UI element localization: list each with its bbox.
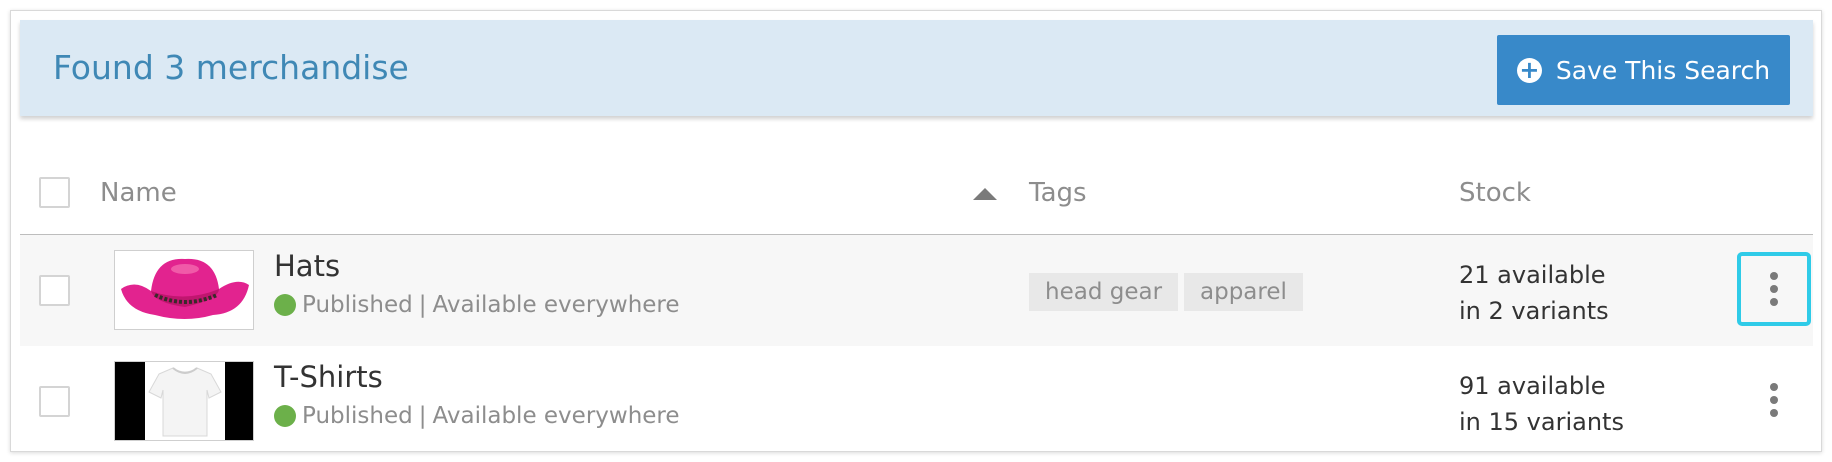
product-thumbnail-tshirt[interactable] bbox=[114, 361, 254, 441]
published-status-icon bbox=[274, 294, 296, 316]
save-search-button[interactable]: + Save This Search bbox=[1497, 35, 1790, 105]
stock-available: 21 available bbox=[1459, 261, 1606, 289]
tag-badge[interactable]: head gear bbox=[1029, 273, 1179, 311]
column-header-stock[interactable]: Stock bbox=[1459, 151, 1531, 235]
status-label: Published bbox=[302, 292, 413, 318]
status-separator: | bbox=[418, 403, 427, 429]
published-status-icon bbox=[274, 405, 296, 427]
more-vertical-icon-dot bbox=[1770, 285, 1778, 293]
pink-cowboy-hat-image bbox=[115, 251, 253, 329]
stock-info: 91 available in 15 variants bbox=[1459, 368, 1624, 440]
product-name[interactable]: T-Shirts bbox=[274, 360, 383, 394]
row-actions-menu-button[interactable] bbox=[1737, 252, 1811, 326]
sort-up-icon[interactable] bbox=[973, 188, 997, 200]
column-header-tags[interactable]: Tags bbox=[1029, 151, 1087, 235]
product-thumbnail-hat[interactable] bbox=[114, 250, 254, 330]
more-vertical-icon bbox=[1770, 272, 1778, 280]
row-checkbox[interactable] bbox=[39, 386, 70, 417]
more-vertical-icon bbox=[1770, 383, 1778, 391]
product-status: Published | Available everywhere bbox=[274, 292, 680, 318]
stock-info: 21 available in 2 variants bbox=[1459, 257, 1609, 329]
column-header-name[interactable]: Name bbox=[100, 151, 177, 235]
product-name[interactable]: Hats bbox=[274, 249, 340, 283]
table-row[interactable]: T-Shirts Published | Available everywher… bbox=[20, 346, 1813, 451]
search-summary-bar: Found 3 merchandise + Save This Search bbox=[20, 20, 1813, 116]
table-header: Name Tags Stock bbox=[20, 151, 1813, 235]
product-status: Published | Available everywhere bbox=[274, 403, 680, 429]
select-all-checkbox[interactable] bbox=[39, 177, 70, 208]
status-separator: | bbox=[418, 292, 427, 318]
table-row[interactable]: Hats Published | Available everywhere he… bbox=[20, 235, 1813, 346]
tag-badge[interactable]: apparel bbox=[1184, 273, 1303, 311]
availability-label: Available everywhere bbox=[432, 292, 680, 318]
merchandise-search-panel: Found 3 merchandise + Save This Search N… bbox=[10, 10, 1822, 452]
more-vertical-icon-dot bbox=[1770, 396, 1778, 404]
plus-circle-icon: + bbox=[1516, 57, 1542, 83]
more-vertical-icon-dot bbox=[1770, 298, 1778, 306]
status-label: Published bbox=[302, 403, 413, 429]
white-t-shirt-image bbox=[115, 362, 253, 440]
more-vertical-icon-dot bbox=[1770, 409, 1778, 417]
save-search-label: Save This Search bbox=[1555, 55, 1771, 85]
search-result-count: Found 3 merchandise bbox=[53, 48, 409, 87]
row-checkbox[interactable] bbox=[39, 275, 70, 306]
availability-label: Available everywhere bbox=[432, 403, 680, 429]
stock-available: 91 available bbox=[1459, 372, 1606, 400]
stock-variants: in 15 variants bbox=[1459, 408, 1624, 436]
row-actions-menu-button[interactable] bbox=[1737, 363, 1811, 437]
stock-variants: in 2 variants bbox=[1459, 297, 1609, 325]
